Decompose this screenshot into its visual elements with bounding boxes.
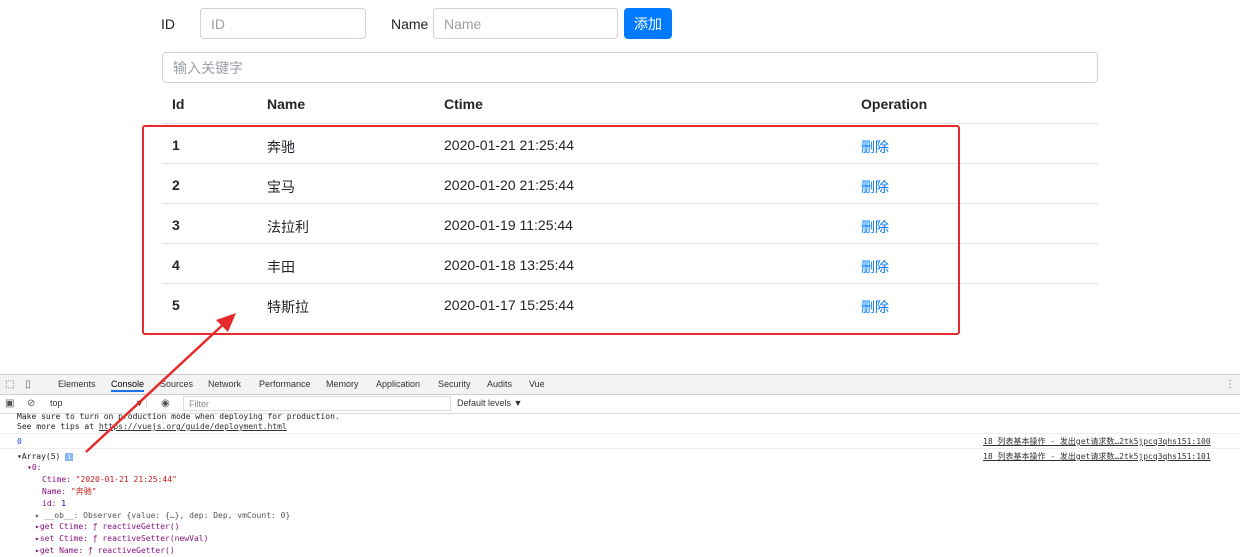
observer-property[interactable]: ▸ __ob__: Observer {value: {…}, dep: Dep… [35,510,290,521]
source-link[interactable]: 18 列表基本操作 - 发出get请求数…2tk5jpcq3qhs151:101 [983,451,1211,462]
tab-performance[interactable]: Performance [259,379,311,389]
console-filter-input[interactable] [183,396,451,411]
search-input[interactable] [162,52,1098,83]
console-divider [0,448,1240,449]
tab-application[interactable]: Application [376,379,420,389]
property-key: id: [42,499,57,508]
context-value: top [50,398,63,408]
context-select[interactable]: top ▼ [50,398,147,408]
vue-docs-link[interactable]: https://vuejs.org/guide/deployment.html [99,422,287,431]
tab-memory[interactable]: Memory [326,379,359,389]
setter-ctime[interactable]: ▸set Ctime: ƒ reactiveSetter(newVal) [35,533,208,544]
header-operation: Operation [861,96,928,112]
console-message: See more tips at https://vuejs.org/guide… [17,421,287,432]
array-label: ▾Array(5) [17,452,61,461]
array-toggle[interactable]: ▾Array(5) i [17,451,74,463]
app-page: ID Name 添加 Id Name Ctime Operation 1 奔驰 … [0,0,1240,374]
console-text: See more tips at [17,422,99,431]
log-levels-dropdown[interactable]: Default levels ▼ [457,398,522,408]
annotation-highlight-box [142,125,960,335]
property-value: 1 [61,499,67,508]
clear-console-icon[interactable]: ⊘ [27,398,35,409]
device-toggle-icon[interactable]: ▯ [25,379,31,390]
console-log-zero: 0 [17,437,22,446]
item-toggle[interactable]: ▾0: [27,462,41,473]
tab-sources[interactable]: Sources [160,379,193,389]
header-id: Id [172,96,185,112]
source-link[interactable]: 18 列表基本操作 - 发出get请求数…2tk5jpcq3qhs151:100 [983,436,1211,447]
more-options-icon[interactable]: ⋮ [1225,379,1235,390]
getter-ctime[interactable]: ▸get Ctime: ƒ reactiveGetter() [35,521,180,532]
property-value: "奔驰" [70,487,97,496]
id-input[interactable] [200,8,366,39]
name-label: Name [391,16,429,32]
name-input[interactable] [433,8,618,39]
property-value: "2020-01-21 21:25:44" [75,475,177,484]
tab-vue[interactable]: Vue [529,379,545,389]
devtools-tabbar: ⬚ ▯ Elements Console Sources Network Per… [0,374,1240,395]
property-key: Name: [42,487,67,496]
tab-network[interactable]: Network [208,379,241,389]
tab-security[interactable]: Security [438,379,471,389]
inspect-icon[interactable]: ⬚ [5,379,14,390]
ctime-property: Ctime: "2020-01-21 21:25:44" [42,474,177,485]
name-property: Name: "奔驰" [42,486,97,497]
header-ctime: Ctime [444,96,483,112]
console-output: Make sure to turn on production mode whe… [0,412,1240,557]
id-label: ID [161,16,175,32]
property-key: Ctime: [42,475,71,484]
id-property: id: 1 [42,498,66,509]
header-name: Name [267,96,306,112]
console-divider [0,433,1240,434]
eye-icon[interactable]: ◉ [161,398,170,409]
chevron-down-icon: ▼ [135,398,144,408]
tab-elements[interactable]: Elements [58,379,96,389]
add-button[interactable]: 添加 [624,8,672,39]
info-icon: i [65,453,74,461]
getter-name[interactable]: ▸get Name: ƒ reactiveGetter() [35,545,175,556]
tab-console[interactable]: Console [111,379,145,392]
sidebar-toggle-icon[interactable]: ▣ [5,398,14,409]
devtools-panel: ⬚ ▯ Elements Console Sources Network Per… [0,374,1240,557]
tab-audits[interactable]: Audits [487,379,512,389]
